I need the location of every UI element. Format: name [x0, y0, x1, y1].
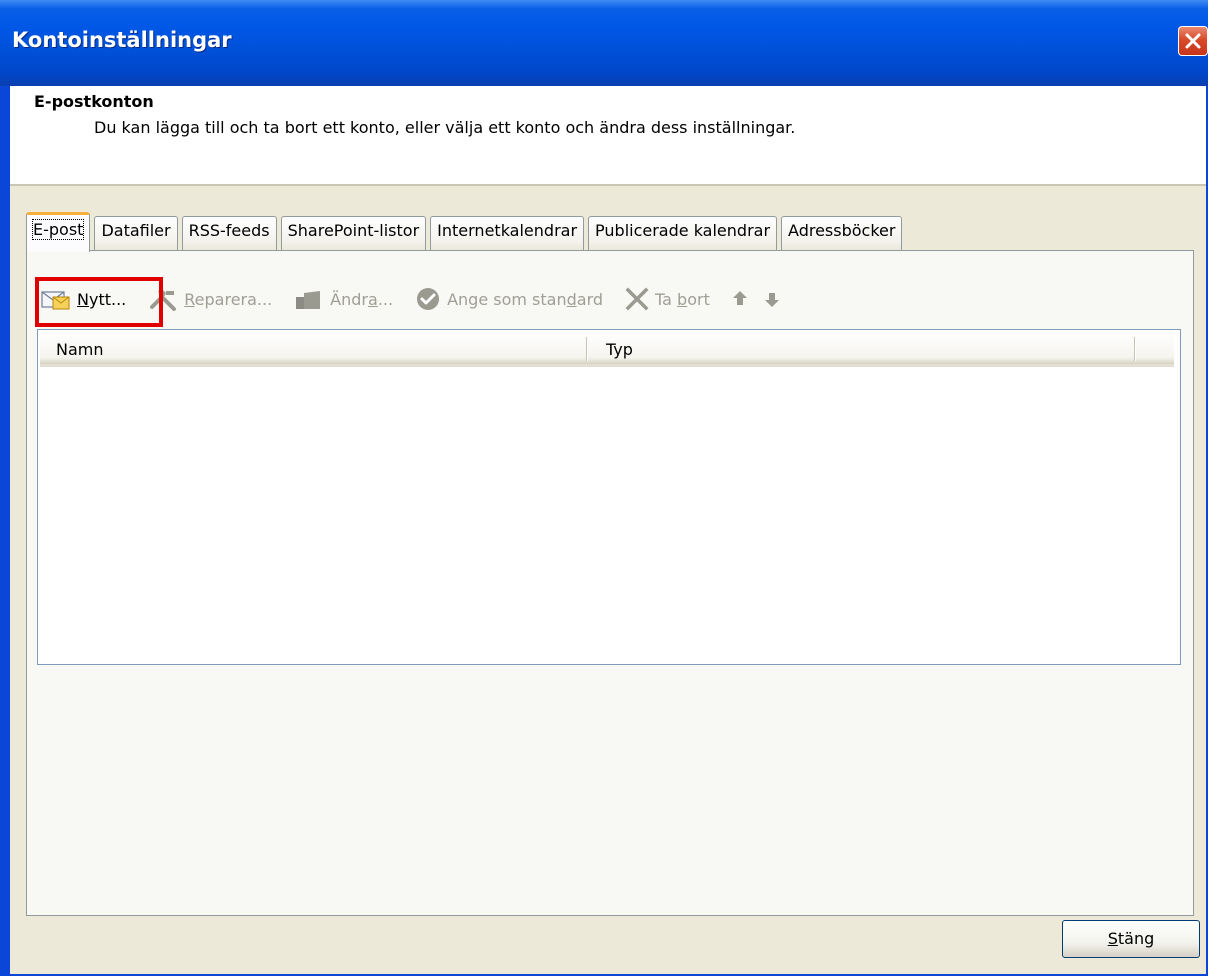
- close-icon: [1185, 33, 1201, 49]
- tab-data-files[interactable]: Datafiler: [94, 216, 178, 250]
- email-tab-panel: Nytt... Reparera... Ändra... Ange som st…: [26, 250, 1194, 916]
- account-toolbar: Nytt... Reparera... Ändra... Ange som st…: [35, 277, 802, 327]
- account-list[interactable]: Namn Typ: [37, 329, 1181, 665]
- change-icon: [296, 291, 321, 309]
- tools-icon: [150, 289, 177, 311]
- window-close-button[interactable]: [1178, 26, 1208, 56]
- tab-strip: E-post Datafiler RSS-feeds SharePoint-li…: [26, 212, 903, 252]
- arrow-down-icon: [764, 293, 779, 307]
- repair-label: Reparera...: [184, 289, 273, 309]
- new-account-button[interactable]: Nytt...: [35, 277, 163, 327]
- tab-address-books[interactable]: Adressböcker: [781, 216, 903, 250]
- account-settings-window: Kontoinställningar E-postkonton Du kan l…: [0, 0, 1208, 976]
- tab-internet-calendars[interactable]: Internetkalendrar: [430, 216, 585, 250]
- column-divider[interactable]: [586, 337, 588, 361]
- remove-button[interactable]: Ta bort: [625, 287, 710, 311]
- tab-sharepoint-lists[interactable]: SharePoint-listor: [280, 216, 427, 250]
- x-icon: [625, 287, 649, 311]
- header-panel: E-postkonton Du kan lägga till och ta bo…: [10, 86, 1206, 186]
- new-mail-icon: [41, 291, 70, 310]
- section-title: E-postkonton: [34, 92, 154, 111]
- arrow-up-icon: [732, 291, 747, 305]
- column-header-type[interactable]: Typ: [606, 340, 633, 359]
- move-up-button[interactable]: [732, 289, 748, 309]
- column-divider[interactable]: [1134, 337, 1136, 361]
- tab-rss-feeds[interactable]: RSS-feeds: [181, 216, 277, 250]
- change-button[interactable]: Ändra...: [294, 287, 393, 311]
- new-account-label: Nytt...: [77, 289, 127, 309]
- section-description: Du kan lägga till och ta bort ett konto,…: [94, 118, 796, 137]
- repair-button[interactable]: Reparera...: [148, 287, 272, 311]
- remove-label: Ta bort: [655, 289, 710, 309]
- tab-published-calendars[interactable]: Publicerade kalendrar: [588, 216, 778, 250]
- set-default-button[interactable]: Ange som standard: [415, 286, 603, 312]
- window-title: Kontoinställningar: [12, 28, 232, 52]
- close-dialog-button[interactable]: Stäng: [1062, 920, 1200, 958]
- tab-email[interactable]: E-post: [26, 212, 91, 252]
- column-header-name[interactable]: Namn: [56, 340, 104, 359]
- list-header: Namn Typ: [40, 332, 1174, 367]
- move-down-button[interactable]: [764, 289, 780, 309]
- title-bar[interactable]: Kontoinställningar: [0, 0, 1208, 86]
- change-label: Ändra...: [330, 289, 394, 309]
- set-default-label: Ange som standard: [447, 289, 604, 309]
- check-circle-icon: [417, 288, 440, 310]
